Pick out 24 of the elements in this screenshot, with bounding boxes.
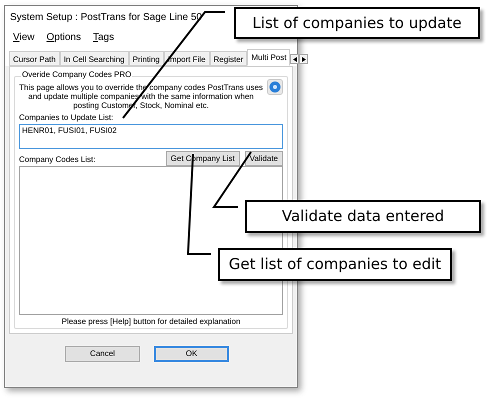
group-title: Overide Company Codes PRO	[21, 70, 132, 80]
menu-item[interactable]: View	[13, 30, 35, 44]
tab[interactable]: In Cell Searching	[60, 51, 129, 66]
validate-button[interactable]: Validate	[244, 151, 283, 166]
field-label: Companies to Update List:	[19, 112, 114, 124]
dialog-button[interactable]: Cancel	[65, 346, 140, 362]
callout-label: Validate data entered	[245, 200, 481, 233]
menu-item[interactable]: Options	[46, 30, 81, 44]
company-codes-list[interactable]	[19, 166, 283, 315]
tab[interactable]: Cursor Path	[9, 51, 60, 66]
help-hint-text: Please press [Help] button for detailed explanation	[60, 316, 242, 328]
tab[interactable]: Import File	[164, 51, 210, 66]
dialog-button[interactable]: OK	[154, 346, 229, 362]
scroll-right-icon[interactable]	[299, 54, 308, 64]
callout-label: Get list of companies to edit	[218, 248, 452, 281]
scroll-left-icon[interactable]	[290, 54, 300, 64]
tab[interactable]: Printing	[128, 51, 164, 66]
menu-item[interactable]: Tags	[92, 30, 114, 44]
help-icon[interactable]	[267, 79, 283, 95]
callout-label: List of companies to update	[234, 7, 480, 39]
tab[interactable]: Multi Post	[247, 49, 290, 66]
companies-input-field[interactable]: HENR01, FUSI01, FUSI02	[19, 124, 283, 150]
tab[interactable]: Register	[210, 51, 248, 66]
field-label: Company Codes List:	[19, 154, 96, 166]
